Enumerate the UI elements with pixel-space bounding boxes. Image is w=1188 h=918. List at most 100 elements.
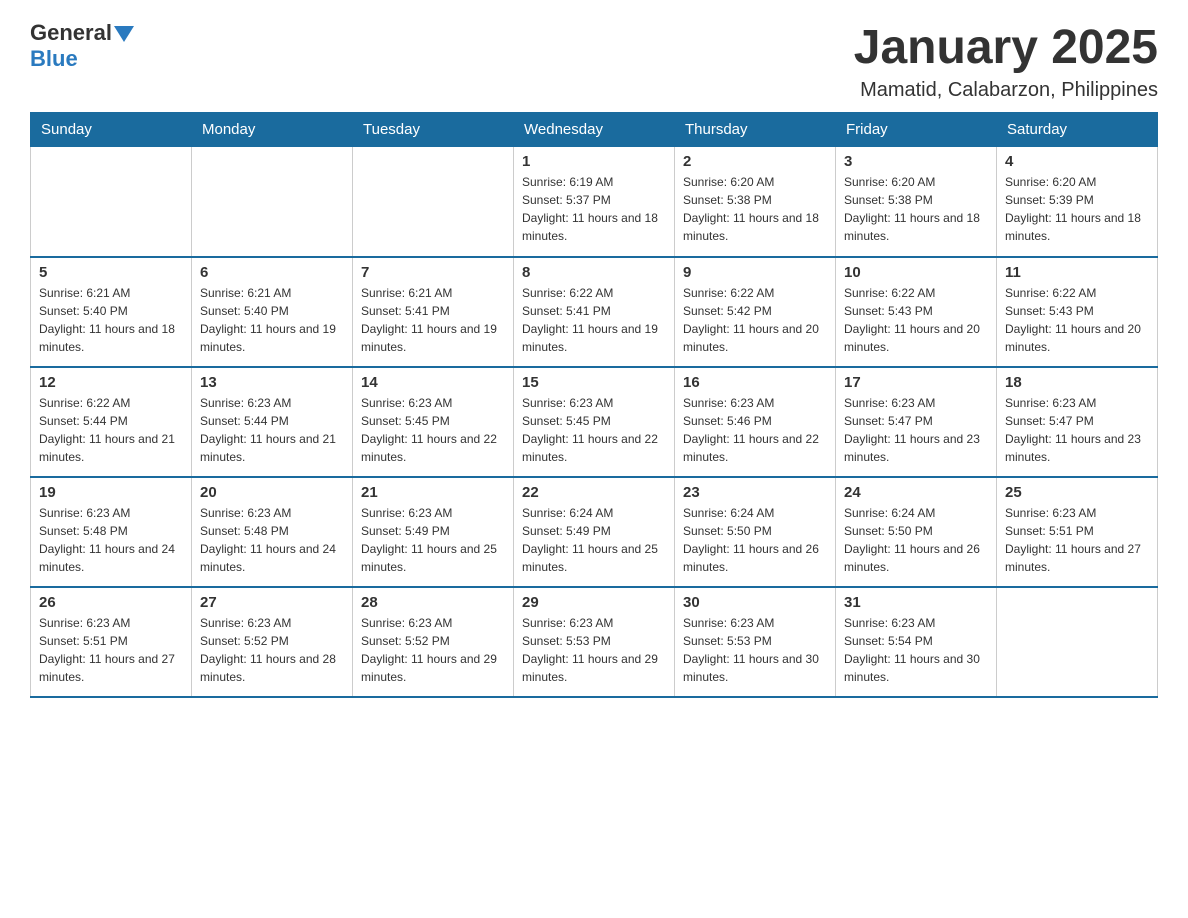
- day-info: Sunrise: 6:24 AMSunset: 5:50 PMDaylight:…: [683, 504, 827, 576]
- day-number: 29: [522, 594, 666, 611]
- calendar-cell: 3 Sunrise: 6:20 AMSunset: 5:38 PMDaylight…: [836, 147, 997, 257]
- logo-triangle-icon: [114, 26, 134, 42]
- calendar-cell: [31, 147, 192, 257]
- calendar-table: SundayMondayTuesdayWednesdayThursdayFrid…: [30, 112, 1158, 698]
- day-info: Sunrise: 6:22 AMSunset: 5:43 PMDaylight:…: [844, 284, 988, 356]
- day-info: Sunrise: 6:23 AMSunset: 5:53 PMDaylight:…: [683, 614, 827, 686]
- day-info: Sunrise: 6:20 AMSunset: 5:38 PMDaylight:…: [683, 173, 827, 245]
- title-block: January 2025 Mamatid, Calabarzon, Philip…: [854, 20, 1158, 102]
- logo: General Blue: [30, 20, 134, 72]
- day-number: 23: [683, 484, 827, 501]
- day-of-week-header: Monday: [192, 113, 353, 147]
- day-number: 2: [683, 153, 827, 170]
- day-number: 20: [200, 484, 344, 501]
- calendar-cell: 30 Sunrise: 6:23 AMSunset: 5:53 PMDayligh…: [675, 587, 836, 697]
- day-number: 7: [361, 264, 505, 281]
- calendar-cell: 24Sunrise: 6:24 AMSunset: 5:50 PMDayligh…: [836, 477, 997, 587]
- calendar-cell: 16Sunrise: 6:23 AMSunset: 5:46 PMDayligh…: [675, 367, 836, 477]
- day-number: 4: [1005, 153, 1149, 170]
- calendar-cell: [997, 587, 1158, 697]
- day-number: 31: [844, 594, 988, 611]
- day-number: 19: [39, 484, 183, 501]
- day-number: 1: [522, 153, 666, 170]
- day-number: 15: [522, 374, 666, 391]
- day-info: Sunrise: 6:23 AMSunset: 5:45 PMDaylight:…: [361, 394, 505, 466]
- day-number: 16: [683, 374, 827, 391]
- day-number: 14: [361, 374, 505, 391]
- day-of-week-header: Tuesday: [353, 113, 514, 147]
- calendar-cell: 9 Sunrise: 6:22 AMSunset: 5:42 PMDaylight…: [675, 257, 836, 367]
- day-info: Sunrise: 6:21 AMSunset: 5:41 PMDaylight:…: [361, 284, 505, 356]
- calendar-cell: 17Sunrise: 6:23 AMSunset: 5:47 PMDayligh…: [836, 367, 997, 477]
- day-info: Sunrise: 6:22 AMSunset: 5:41 PMDaylight:…: [522, 284, 666, 356]
- calendar-cell: 10 Sunrise: 6:22 AMSunset: 5:43 PMDayligh…: [836, 257, 997, 367]
- calendar-week-row: 26 Sunrise: 6:23 AMSunset: 5:51 PMDayligh…: [31, 587, 1158, 697]
- day-info: Sunrise: 6:23 AMSunset: 5:48 PMDaylight:…: [200, 504, 344, 576]
- day-info: Sunrise: 6:23 AMSunset: 5:47 PMDaylight:…: [1005, 394, 1149, 466]
- calendar-cell: 29 Sunrise: 6:23 AMSunset: 5:53 PMDayligh…: [514, 587, 675, 697]
- day-number: 9: [683, 264, 827, 281]
- day-info: Sunrise: 6:23 AMSunset: 5:54 PMDaylight:…: [844, 614, 988, 686]
- day-info: Sunrise: 6:24 AMSunset: 5:49 PMDaylight:…: [522, 504, 666, 576]
- calendar-cell: 23 Sunrise: 6:24 AMSunset: 5:50 PMDayligh…: [675, 477, 836, 587]
- day-of-week-header: Wednesday: [514, 113, 675, 147]
- calendar-cell: 18 Sunrise: 6:23 AMSunset: 5:47 PMDayligh…: [997, 367, 1158, 477]
- day-info: Sunrise: 6:23 AMSunset: 5:48 PMDaylight:…: [39, 504, 183, 576]
- day-info: Sunrise: 6:23 AMSunset: 5:45 PMDaylight:…: [522, 394, 666, 466]
- day-info: Sunrise: 6:23 AMSunset: 5:51 PMDaylight:…: [39, 614, 183, 686]
- logo-blue: Blue: [30, 46, 78, 72]
- day-number: 10: [844, 264, 988, 281]
- calendar-cell: 5 Sunrise: 6:21 AMSunset: 5:40 PMDaylight…: [31, 257, 192, 367]
- day-number: 30: [683, 594, 827, 611]
- day-info: Sunrise: 6:19 AMSunset: 5:37 PMDaylight:…: [522, 173, 666, 245]
- day-info: Sunrise: 6:23 AMSunset: 5:44 PMDaylight:…: [200, 394, 344, 466]
- day-number: 25: [1005, 484, 1149, 501]
- day-number: 22: [522, 484, 666, 501]
- day-number: 21: [361, 484, 505, 501]
- day-number: 28: [361, 594, 505, 611]
- day-number: 3: [844, 153, 988, 170]
- calendar-cell: 28Sunrise: 6:23 AMSunset: 5:52 PMDayligh…: [353, 587, 514, 697]
- day-number: 26: [39, 594, 183, 611]
- day-info: Sunrise: 6:22 AMSunset: 5:42 PMDaylight:…: [683, 284, 827, 356]
- calendar-cell: 22 Sunrise: 6:24 AMSunset: 5:49 PMDayligh…: [514, 477, 675, 587]
- calendar-cell: [192, 147, 353, 257]
- calendar-cell: 6Sunrise: 6:21 AMSunset: 5:40 PMDaylight…: [192, 257, 353, 367]
- calendar-cell: 13 Sunrise: 6:23 AMSunset: 5:44 PMDayligh…: [192, 367, 353, 477]
- calendar-week-row: 19 Sunrise: 6:23 AMSunset: 5:48 PMDayligh…: [31, 477, 1158, 587]
- day-number: 12: [39, 374, 183, 391]
- day-info: Sunrise: 6:23 AMSunset: 5:49 PMDaylight:…: [361, 504, 505, 576]
- calendar-cell: 12Sunrise: 6:22 AMSunset: 5:44 PMDayligh…: [31, 367, 192, 477]
- day-info: Sunrise: 6:21 AMSunset: 5:40 PMDaylight:…: [39, 284, 183, 356]
- day-number: 11: [1005, 264, 1149, 281]
- calendar-cell: 7 Sunrise: 6:21 AMSunset: 5:41 PMDaylight…: [353, 257, 514, 367]
- day-of-week-header: Saturday: [997, 113, 1158, 147]
- calendar-cell: 27 Sunrise: 6:23 AMSunset: 5:52 PMDayligh…: [192, 587, 353, 697]
- calendar-cell: 2 Sunrise: 6:20 AMSunset: 5:38 PMDaylight…: [675, 147, 836, 257]
- calendar-cell: 31 Sunrise: 6:23 AMSunset: 5:54 PMDayligh…: [836, 587, 997, 697]
- day-number: 18: [1005, 374, 1149, 391]
- logo-general: General: [30, 20, 112, 46]
- calendar-week-row: 1 Sunrise: 6:19 AMSunset: 5:37 PMDaylight…: [31, 147, 1158, 257]
- day-number: 5: [39, 264, 183, 281]
- day-info: Sunrise: 6:24 AMSunset: 5:50 PMDaylight:…: [844, 504, 988, 576]
- day-number: 13: [200, 374, 344, 391]
- day-info: Sunrise: 6:20 AMSunset: 5:38 PMDaylight:…: [844, 173, 988, 245]
- day-info: Sunrise: 6:23 AMSunset: 5:53 PMDaylight:…: [522, 614, 666, 686]
- day-number: 27: [200, 594, 344, 611]
- day-info: Sunrise: 6:20 AMSunset: 5:39 PMDaylight:…: [1005, 173, 1149, 245]
- calendar-cell: 20 Sunrise: 6:23 AMSunset: 5:48 PMDayligh…: [192, 477, 353, 587]
- day-info: Sunrise: 6:23 AMSunset: 5:52 PMDaylight:…: [200, 614, 344, 686]
- day-number: 8: [522, 264, 666, 281]
- location-subtitle: Mamatid, Calabarzon, Philippines: [854, 79, 1158, 102]
- calendar-cell: 8 Sunrise: 6:22 AMSunset: 5:41 PMDaylight…: [514, 257, 675, 367]
- day-of-week-header: Thursday: [675, 113, 836, 147]
- month-title: January 2025: [854, 20, 1158, 75]
- calendar-cell: 14 Sunrise: 6:23 AMSunset: 5:45 PMDayligh…: [353, 367, 514, 477]
- calendar-header-row: SundayMondayTuesdayWednesdayThursdayFrid…: [31, 113, 1158, 147]
- calendar-cell: 19 Sunrise: 6:23 AMSunset: 5:48 PMDayligh…: [31, 477, 192, 587]
- day-info: Sunrise: 6:23 AMSunset: 5:51 PMDaylight:…: [1005, 504, 1149, 576]
- calendar-cell: 11 Sunrise: 6:22 AMSunset: 5:43 PMDayligh…: [997, 257, 1158, 367]
- day-info: Sunrise: 6:22 AMSunset: 5:43 PMDaylight:…: [1005, 284, 1149, 356]
- day-info: Sunrise: 6:21 AMSunset: 5:40 PMDaylight:…: [200, 284, 344, 356]
